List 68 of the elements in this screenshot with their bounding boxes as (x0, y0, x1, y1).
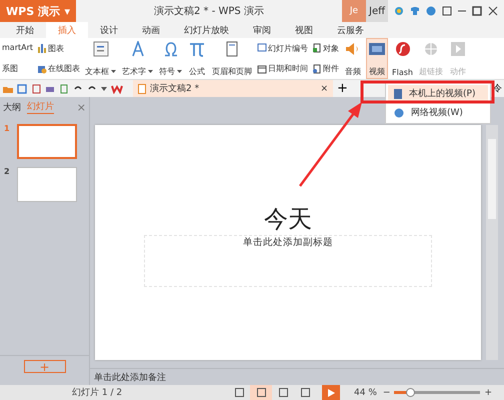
document-icon (138, 84, 146, 94)
ribbon-tab[interactable]: 设计 (88, 22, 130, 38)
pane-tab[interactable]: 大纲 (3, 100, 21, 114)
bar-chart-icon (37, 43, 48, 54)
slide-title[interactable]: 今天 (264, 203, 312, 235)
text-box-icon (92, 41, 110, 57)
ribbon-item[interactable]: 对象 (323, 42, 340, 54)
new-tab-button[interactable]: + (337, 81, 348, 96)
wps-logo-icon (111, 84, 123, 94)
zoom-out-button[interactable]: − (382, 388, 390, 398)
shirt-icon (410, 6, 420, 16)
omega-icon (164, 42, 177, 56)
zoom-percent: 44 % (354, 388, 377, 398)
slide-count: 幻灯片 1 / 2 (72, 386, 122, 399)
flash-icon (394, 41, 412, 57)
close-icon (488, 6, 498, 16)
view-icon (234, 388, 244, 397)
ribbon-button[interactable]: 公式 (186, 38, 208, 79)
tab-close-button[interactable]: × (320, 84, 328, 94)
slide-number: 2 (4, 167, 11, 176)
ribbon-item[interactable]: martArt (2, 43, 34, 52)
menu-item[interactable]: 网络视频(W) (388, 104, 488, 121)
ribbon-item[interactable]: 图表 (48, 42, 64, 54)
ribbon-button[interactable]: Flash (390, 38, 415, 79)
ribbon-item[interactable]: 系图 (2, 62, 18, 74)
slide-thumbnail[interactable] (17, 124, 77, 159)
document-tab[interactable]: 演示文稿2 * × (133, 80, 333, 97)
ribbon-item[interactable]: 在线图表 (48, 63, 80, 74)
ribbon-button[interactable]: 页眉和页脚 (210, 38, 254, 79)
subtitle-placeholder[interactable]: 单击此处添加副标题 (144, 235, 432, 287)
ribbon-button[interactable]: 视频 (366, 38, 388, 79)
calendar-icon (257, 64, 268, 74)
view-icon (256, 388, 266, 397)
ribbon-button[interactable]: 符号 (157, 38, 184, 79)
object-icon (312, 43, 322, 54)
scrollbar[interactable] (486, 125, 498, 360)
ribbon-tab[interactable]: 审阅 (241, 22, 283, 38)
ribbon-tab[interactable]: 视图 (283, 22, 325, 38)
view-icon (300, 388, 310, 397)
ribbon-tab[interactable]: 动画 (130, 22, 172, 38)
ribbon-tab[interactable]: 开始 (4, 22, 46, 38)
sync-icon (394, 6, 404, 16)
ribbon-item[interactable]: 幻灯片编号 (268, 42, 308, 54)
slide-thumbnail[interactable] (17, 167, 77, 202)
slide-number: 1 (4, 124, 11, 133)
zoom-in-button[interactable]: + (484, 388, 492, 398)
ribbon-button[interactable]: 音频 (342, 38, 364, 79)
ribbon-tab[interactable]: 云服务 (325, 22, 376, 38)
play-icon (449, 41, 467, 57)
ribbon-item[interactable]: 附件 (323, 63, 340, 74)
restore-icon (442, 6, 452, 16)
user-name[interactable]: Jeff (366, 0, 388, 22)
minimize-icon (458, 10, 466, 12)
zoom-slider[interactable] (394, 391, 480, 394)
maximize-icon (472, 6, 482, 16)
pi-icon (188, 41, 206, 57)
window-title: 演示文稿2 * - WPS 演示 (154, 4, 264, 18)
caret-icon (101, 86, 107, 90)
view-button[interactable] (250, 385, 272, 400)
menu-item[interactable]: 本机上的视频(P) (388, 85, 488, 102)
ribbon-button[interactable]: 艺术字 (120, 38, 156, 79)
ribbon-button[interactable]: 文本框 (83, 38, 118, 79)
play-icon (328, 388, 335, 396)
ribbon-item[interactable]: 日期和时间 (268, 63, 308, 74)
view-icon (278, 388, 288, 397)
slideshow-button[interactable] (322, 385, 340, 400)
ribbon-tab[interactable]: 幻灯片放映 (172, 22, 241, 38)
chart-icon (37, 64, 48, 74)
